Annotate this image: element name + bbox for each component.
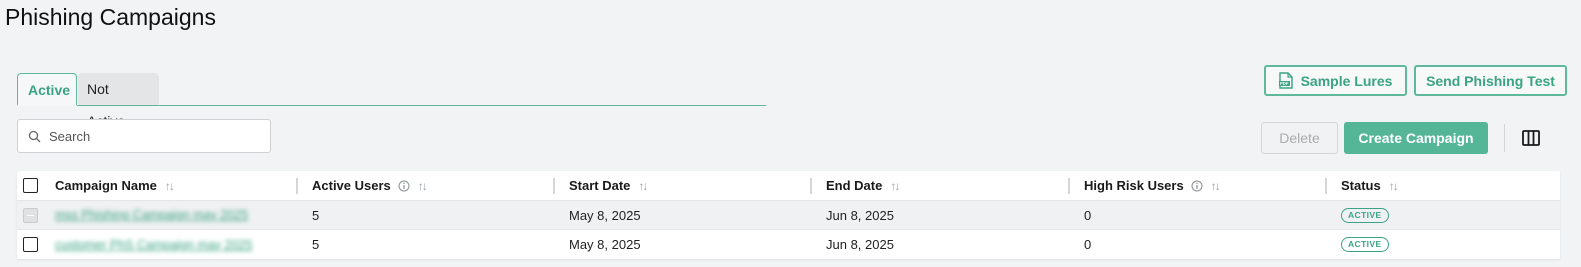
toolbar-divider — [1504, 124, 1505, 152]
search-icon — [28, 130, 41, 142]
column-header-active-users[interactable]: Active Users ↑↓ — [312, 171, 428, 200]
sort-arrows-icon[interactable]: ↑↓ — [1389, 179, 1399, 193]
end-date-cell: Jun 8, 2025 — [826, 237, 894, 252]
campaign-tabs: Active Not Active — [17, 73, 766, 129]
column-header-campaign-name[interactable]: Campaign Name ↑↓ — [55, 171, 175, 200]
sort-arrows-icon[interactable]: ↑↓ — [418, 179, 428, 193]
svg-text:PDF: PDF — [1280, 81, 1289, 86]
info-circle-icon[interactable] — [398, 180, 410, 192]
status-badge: ACTIVE — [1341, 237, 1389, 252]
tab-not-active[interactable]: Not Active — [78, 73, 159, 129]
table-row[interactable]: customer PhS Campaign may 2025 5 May 8, … — [17, 230, 1560, 259]
sample-lures-button[interactable]: PDF Sample Lures — [1264, 65, 1407, 96]
high-risk-users-cell: 0 — [1084, 237, 1092, 252]
status-badge: ACTIVE — [1341, 207, 1389, 223]
delete-button[interactable]: Delete — [1261, 122, 1338, 154]
column-resize-handle[interactable] — [553, 178, 555, 194]
table-row[interactable]: mss Phishing Campaign may 2025 5 May 8, … — [17, 201, 1560, 230]
start-date-cell: May 8, 2025 — [569, 237, 641, 252]
create-campaign-button[interactable]: Create Campaign — [1344, 122, 1488, 154]
search-box — [17, 119, 271, 153]
column-header-status[interactable]: Status ↑↓ — [1341, 171, 1399, 200]
send-phishing-test-button[interactable]: Send Phishing Test — [1414, 65, 1567, 96]
end-date-cell: Jun 8, 2025 — [826, 207, 894, 223]
active-users-cell: 5 — [312, 207, 320, 223]
send-phishing-test-label: Send Phishing Test — [1426, 72, 1555, 89]
page-title: Phishing Campaigns — [5, 4, 216, 30]
sort-arrows-icon[interactable]: ↑↓ — [638, 179, 648, 193]
row-checkbox[interactable] — [23, 237, 38, 252]
high-risk-users-cell: 0 — [1084, 207, 1092, 223]
columns-icon[interactable] — [1521, 128, 1541, 148]
start-date-cell: May 8, 2025 — [569, 207, 641, 223]
sort-arrows-icon[interactable]: ↑↓ — [1211, 179, 1221, 193]
active-users-cell: 5 — [312, 237, 320, 252]
sample-lures-label: Sample Lures — [1300, 72, 1393, 89]
column-resize-handle[interactable] — [296, 178, 298, 194]
table-header-row: Campaign Name ↑↓ Active Users ↑↓ Start D… — [17, 171, 1560, 201]
column-resize-handle[interactable] — [1325, 178, 1327, 194]
tab-active[interactable]: Active — [17, 73, 77, 106]
search-input[interactable] — [49, 128, 249, 144]
column-header-high-risk-users[interactable]: High Risk Users ↑↓ — [1084, 171, 1221, 200]
campaign-name-link[interactable]: mss Phishing Campaign may 2025 — [55, 208, 248, 222]
column-resize-handle[interactable] — [1068, 178, 1070, 194]
column-header-end-date[interactable]: End Date ↑↓ — [826, 171, 900, 200]
sort-arrows-icon[interactable]: ↑↓ — [890, 179, 900, 193]
sort-arrows-icon[interactable]: ↑↓ — [165, 179, 175, 193]
campaigns-table: Campaign Name ↑↓ Active Users ↑↓ Start D… — [17, 171, 1560, 259]
campaign-name-link[interactable]: customer PhS Campaign may 2025 — [55, 238, 252, 252]
select-all-checkbox[interactable] — [23, 178, 38, 193]
pdf-file-icon: PDF — [1278, 72, 1293, 89]
column-header-start-date[interactable]: Start Date ↑↓ — [569, 171, 648, 200]
row-checkbox — [23, 208, 38, 223]
info-circle-icon[interactable] — [1191, 180, 1203, 192]
column-resize-handle[interactable] — [810, 178, 812, 194]
